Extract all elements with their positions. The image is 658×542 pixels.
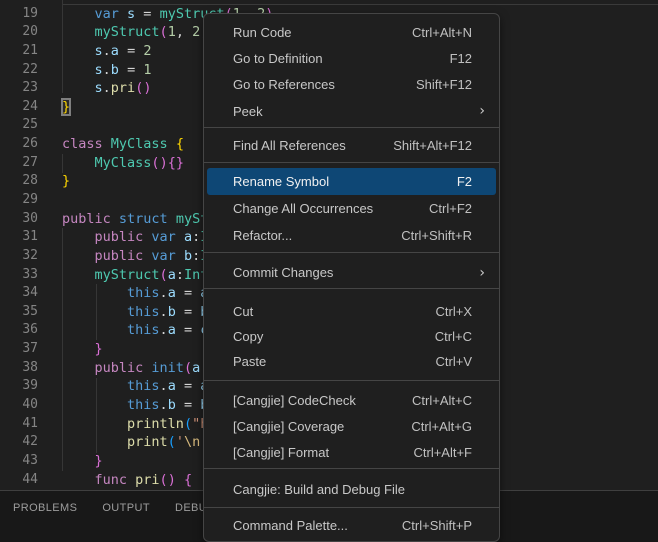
menu-item-cangjie-format[interactable]: [Cangjie] Format Ctrl+Alt+F — [204, 440, 499, 466]
line-number-39[interactable]: 39 — [0, 377, 40, 396]
menu-item-label: [Cangjie] Coverage — [233, 419, 344, 434]
menu-item-label: Peek — [233, 104, 263, 119]
menu-item-label: Run Code — [233, 25, 292, 40]
menu-item-cangjie-build-and-debug-file[interactable]: Cangjie: Build and Debug File — [204, 477, 499, 503]
line-number-25[interactable]: 25 — [0, 116, 40, 135]
menu-item-shortcut: Ctrl+C — [435, 329, 472, 344]
menu-item-shortcut: Ctrl+Alt+F — [413, 445, 472, 460]
line-number-23[interactable]: 23 — [0, 79, 40, 98]
menu-item-rename-symbol[interactable]: Rename Symbol F2 — [207, 168, 496, 195]
line-number-40[interactable]: 40 — [0, 396, 40, 415]
line-number-37[interactable]: 37 — [0, 340, 40, 359]
menu-item-change-all-occurrences[interactable]: Change All Occurrences Ctrl+F2 — [204, 195, 499, 222]
submenu-arrow-icon: › — [479, 103, 485, 119]
menu-separator — [204, 162, 499, 163]
menu-item-label: Command Palette... — [233, 518, 348, 533]
vscode-window: 1920212223242526272829303132333435363738… — [0, 0, 658, 542]
menu-item-shortcut: F2 — [457, 174, 472, 189]
menu-separator — [204, 468, 499, 469]
line-number-34[interactable]: 34 — [0, 284, 40, 303]
line-number-22[interactable]: 22 — [0, 61, 40, 80]
menu-item-shortcut: Ctrl+Alt+N — [412, 25, 472, 40]
submenu-arrow-icon: › — [479, 265, 485, 281]
line-number-30[interactable]: 30 — [0, 210, 40, 229]
line-number-27[interactable]: 27 — [0, 154, 40, 173]
menu-item-shortcut: Ctrl+Shift+P — [402, 518, 472, 533]
menu-item-shortcut: Ctrl+Alt+G — [411, 419, 472, 434]
menu-item-label: Change All Occurrences — [233, 201, 373, 216]
menu-item-label: Copy — [233, 329, 263, 344]
menu-item-commit-changes[interactable]: Commit Changes › — [204, 259, 499, 286]
menu-item-label: Go to Definition — [233, 51, 323, 66]
menu-item-cangjie-codecheck[interactable]: [Cangjie] CodeCheck Ctrl+Alt+C — [204, 388, 499, 414]
line-number-gutter[interactable]: 1920212223242526272829303132333435363738… — [0, 5, 40, 490]
menu-item-shortcut: Ctrl+Shift+R — [401, 228, 472, 243]
line-number-38[interactable]: 38 — [0, 359, 40, 378]
line-number-26[interactable]: 26 — [0, 135, 40, 154]
line-number-43[interactable]: 43 — [0, 452, 40, 471]
menu-item-shortcut: Ctrl+F2 — [429, 201, 472, 216]
line-number-32[interactable]: 32 — [0, 247, 40, 266]
line-number-19[interactable]: 19 — [0, 5, 40, 24]
menu-separator — [204, 380, 499, 381]
menu-item-go-to-definition[interactable]: Go to Definition F12 — [204, 45, 499, 71]
line-number-31[interactable]: 31 — [0, 228, 40, 247]
menu-item-label: Cangjie: Build and Debug File — [233, 482, 405, 497]
panel-tab-problems[interactable]: PROBLEMS — [13, 502, 77, 514]
panel-tab-output[interactable]: OUTPUT — [102, 502, 150, 514]
menu-item-shortcut: Ctrl+Alt+C — [412, 393, 472, 408]
line-number-41[interactable]: 41 — [0, 415, 40, 434]
line-number-36[interactable]: 36 — [0, 321, 40, 340]
menu-item-paste[interactable]: Paste Ctrl+V — [204, 349, 499, 374]
line-number-35[interactable]: 35 — [0, 303, 40, 322]
line-number-42[interactable]: 42 — [0, 433, 40, 452]
menu-item-shortcut: Shift+F12 — [416, 77, 472, 92]
line-number-24[interactable]: 24 — [0, 98, 40, 117]
menu-item-label: [Cangjie] CodeCheck — [233, 393, 356, 408]
menu-item-cangjie-coverage[interactable]: [Cangjie] Coverage Ctrl+Alt+G — [204, 414, 499, 440]
menu-item-copy[interactable]: Copy Ctrl+C — [204, 324, 499, 349]
menu-item-label: Find All References — [233, 138, 346, 153]
line-number-20[interactable]: 20 — [0, 23, 40, 42]
line-number-33[interactable]: 33 — [0, 266, 40, 285]
menu-item-label: Refactor... — [233, 228, 292, 243]
menu-separator — [204, 127, 499, 128]
matched-bracket: } — [62, 99, 70, 115]
menu-item-shortcut: Ctrl+V — [436, 354, 472, 369]
menu-item-label: [Cangjie] Format — [233, 445, 329, 460]
menu-item-find-all-references[interactable]: Find All References Shift+Alt+F12 — [204, 133, 499, 158]
menu-item-label: Go to References — [233, 77, 335, 92]
menu-item-label: Commit Changes — [233, 265, 333, 280]
menu-item-label: Rename Symbol — [233, 174, 329, 189]
editor-context-menu: Run CodeCtrl+Alt+NGo to DefinitionF12Go … — [203, 13, 500, 542]
menu-item-peek[interactable]: Peek › — [204, 98, 499, 124]
menu-item-refactor[interactable]: Refactor... Ctrl+Shift+R — [204, 222, 499, 249]
menu-separator — [204, 252, 499, 253]
menu-item-label: Paste — [233, 354, 266, 369]
line-number-29[interactable]: 29 — [0, 191, 40, 210]
menu-item-run-code[interactable]: Run Code Ctrl+Alt+N — [204, 19, 499, 45]
menu-item-label: Cut — [233, 304, 253, 319]
menu-item-shortcut: Shift+Alt+F12 — [393, 138, 472, 153]
menu-item-go-to-references[interactable]: Go to References Shift+F12 — [204, 72, 499, 98]
line-number-28[interactable]: 28 — [0, 172, 40, 191]
menu-item-shortcut: Ctrl+X — [436, 304, 472, 319]
menu-item-command-palette[interactable]: Command Palette... Ctrl+Shift+P — [204, 512, 499, 538]
line-number-44[interactable]: 44 — [0, 471, 40, 490]
menu-separator — [204, 507, 499, 508]
menu-separator — [204, 288, 499, 289]
menu-item-shortcut: F12 — [450, 51, 472, 66]
line-number-21[interactable]: 21 — [0, 42, 40, 61]
menu-item-cut[interactable]: Cut Ctrl+X — [204, 299, 499, 324]
